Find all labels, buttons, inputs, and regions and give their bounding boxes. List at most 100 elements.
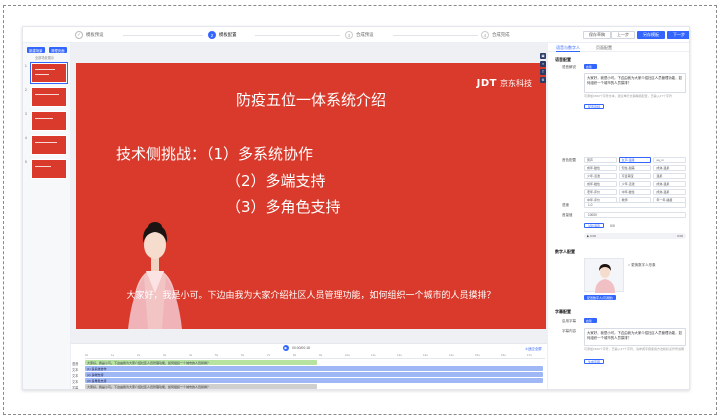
audio-time-end: 0:00 [677,234,683,238]
tab-page-config[interactable]: 页面配置 [596,45,612,51]
voice-option[interactable]: 成熟-温柔 [653,181,686,187]
generate-subtitle-button[interactable]: 生成字幕 [584,359,605,364]
avatar-change-option[interactable]: ○ 更换数字人形象 [628,263,656,268]
layers-icon[interactable]: ≡ [540,61,546,67]
voice-option[interactable]: 成年-磁性 [584,165,617,171]
thumb-line [35,166,51,167]
save-draft-button[interactable]: 保存草稿 [583,31,611,39]
ruler-tick: 16s [501,353,506,357]
audition-button[interactable]: 试听语音 [584,223,605,228]
step-divider [393,35,478,36]
slide-preview[interactable]: 防疫五位一体系统介绍 JDT 京东科技 技术侧挑战：（1）多系统协作 （2）多端… [76,63,546,329]
image-icon[interactable]: ▣ [540,53,546,59]
step-number: 2 [208,31,216,39]
step-compose-done[interactable]: 4 合成完成 [481,30,510,40]
canvas-area: 防疫五位一体系统介绍 JDT 京东科技 技术侧挑战：（1）多系统协作 （2）多端… [71,43,547,343]
subtitle-enable-toggle[interactable]: 启用 [584,318,597,323]
voice-grid: 男声 女声-温柔 sq_m 成年-磁性 知性-甜美 成熟-温柔 少年-活泼 可爱萌宝 温柔 成年-… [584,157,686,203]
ruler-tick: 17s [527,353,532,357]
scene-thumbnail[interactable]: 2 [25,87,67,107]
ruler-tick: 8s [293,353,297,357]
voice-option[interactable]: 成熟-温柔 [653,189,686,195]
ruler-tick: 15s [475,353,480,357]
voice-option[interactable]: 女声-温柔 [618,157,652,163]
scene-thumbnail[interactable]: 1 [25,62,68,84]
logo-mark: JDT [476,78,497,89]
voice-option[interactable]: 知性-甜美 [618,165,652,171]
subtitle-textarea[interactable]: 大家好，我是小可。下边由我为大家介绍社区人员管理功能，如何组织一个城市的人员摸排… [584,328,686,346]
step-label: 合成完成 [492,32,510,37]
voice-option[interactable]: 男声 [584,157,617,163]
subtitle-content-label: 字幕内容 [562,329,576,333]
step-divider [123,35,203,36]
text-track-clip[interactable]: (2) 多端支持 [85,372,543,377]
scene-list-hint: 全部场景展示 [35,56,55,60]
digital-human-avatar[interactable] [124,213,186,329]
text-icon[interactable]: T [540,69,546,75]
scene-number: 3 [25,112,27,116]
voice-option[interactable]: 成年-磁性 [584,181,617,187]
text-track-clip[interactable]: (1) 多系统协作 [85,366,543,371]
properties-panel: 语音与数字人 页面配置 语音配置 语音解说 启用 大家好，我是小可。下边由我为大… [547,43,689,389]
slide-title[interactable]: 防疫五位一体系统介绍 [76,89,546,110]
step-compose-preset[interactable]: 3 合成预设 [345,30,374,40]
step-number: 3 [345,31,353,39]
ruler-tick: 3s [163,353,167,357]
scene-number: 5 [25,160,27,164]
ruler-tick: 13s [423,353,428,357]
time-ruler: 0s 1s 2s 3s 4s 5s 6s 7s 8s 9s 10s 11s 12s 13s 14s 15s 16… [85,353,545,359]
scene-thumbnail[interactable]: 4 [25,135,67,155]
jdt-logo: JDT 京东科技 [477,78,532,89]
slide-point-3[interactable]: （3）多角色支持 [226,196,341,217]
clear-page-button[interactable]: 清理页面 [49,47,67,53]
voice-option[interactable]: sq_m [653,157,686,163]
voice-option[interactable]: 温柔 [653,173,686,179]
ruler-tick: 10s [345,353,350,357]
play-icon[interactable]: ▶ [283,345,289,351]
ruler-tick: 5s [215,353,219,357]
voice-section-title: 语音配置 [555,57,571,62]
logo-text: 京东科技 [500,79,532,88]
next-step-button[interactable]: 下一步 [667,31,689,39]
voice-option[interactable]: 可爱萌宝 [618,173,652,179]
new-scene-button[interactable]: 新建场景 [27,47,45,53]
slide-point-1[interactable]: 技术侧挑战：（1）多系统协作 [116,143,313,164]
subtitle-track-clip[interactable]: 大家好，我是小可。下边由我为大家介绍社区人员管理功能，如何组织一个城市的人员摸排… [85,384,317,389]
ruler-tick: 9s [319,353,323,357]
save-template-button[interactable]: 另存模板 [637,31,665,39]
generate-audio-button[interactable]: 配置音频 [584,104,605,109]
script-hint: 可添加1500个字符文本，建议单行文稿精简配置，已输入47个字符 [584,94,673,98]
audio-player[interactable]: ▶ 0:00 0:00 [584,233,686,239]
voice-narration-label: 语音解说 [562,65,576,69]
avatar-preview[interactable] [584,258,624,293]
script-textarea[interactable]: 大家好，我是小可。下边由我为大家介绍社区人员管理功能，如何组织一个城市的人员摸排… [584,73,686,93]
track-label: 字幕 [72,386,79,390]
step-number: 4 [481,31,489,39]
slide-point-2[interactable]: （2）多端支持 [226,170,326,191]
voice-option[interactable]: 老年-评价 [584,189,617,195]
scene-thumbnail[interactable]: 3 [25,111,67,131]
settings-icon[interactable]: ⚙ [540,77,546,83]
voice-option[interactable]: 少年-活泼 [584,173,617,179]
scene-thumbnail[interactable]: 5 [25,159,67,179]
thumb-line [35,142,57,143]
ruler-tick: 14s [449,353,454,357]
volume-select[interactable]: 10000 [584,212,686,218]
prev-step-button[interactable]: 上一步 [611,31,635,39]
voice-option[interactable]: 成熟-温柔 [653,165,686,171]
speed-select[interactable]: 1.0 [584,202,686,208]
avatar-option-label: 更换数字人形象 [631,263,656,267]
text-track-clip[interactable]: (3) 多角色支持 [85,378,543,383]
fit-screen-button[interactable]: ①适应全屏 [525,346,542,351]
voice-option[interactable]: 少年-活泼 [618,181,652,187]
thumb-line [35,74,49,75]
voice-narration-toggle[interactable]: 启用 [584,64,597,69]
step-template-config[interactable]: 2 模板配置 [208,30,237,40]
timeline-panel: ▶ 00:00/00:18 ①适应全屏 0s 1s 2s 3s 4s 5s 6s 7s 8s 9s… [71,343,547,390]
voice-option[interactable]: 中年-磁性 [618,189,652,195]
step-template-preset[interactable]: ✓ 模板预设 [75,30,104,40]
config-avatar-button[interactable]: 配置数字人(可调整) [584,295,616,300]
thumb-line [35,69,55,70]
voice-track-clip[interactable]: 大家好，我是小可。下边由我为大家介绍社区人员管理功能，如何组织一个城市的人员摸排… [85,360,317,365]
ruler-tick: 0s [85,353,89,357]
